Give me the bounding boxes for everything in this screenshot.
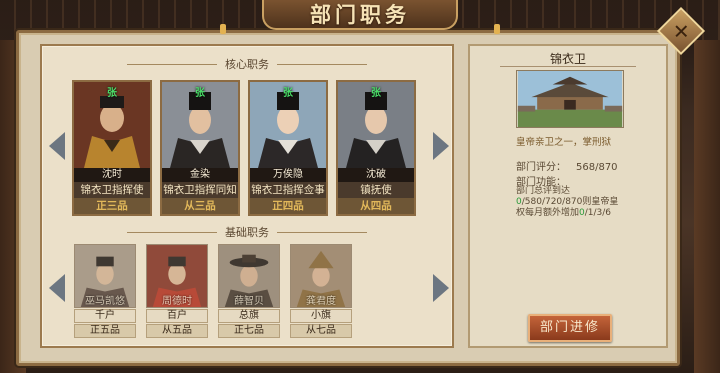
official-name: 沈破 [338, 168, 414, 182]
arrow-right-icon [433, 132, 449, 160]
background-pillar-right [694, 40, 720, 373]
arrow-right-icon [433, 274, 449, 302]
official-rank: 正三品 [74, 198, 150, 214]
official-name: 龚君度 [306, 296, 336, 307]
official-rank: 从五品 [146, 324, 208, 338]
department-score-value: 568/870 [576, 162, 618, 173]
basic-official-card[interactable]: 周德时 百户 从五品 [146, 244, 208, 340]
official-name: 沈时 [74, 168, 150, 182]
basic-section-label: 基础职务 [225, 226, 269, 239]
official-rank: 从四品 [338, 198, 414, 214]
title-plate: 部门职务 [262, 0, 458, 30]
basic-officials-row: 巫马凯悠 千户 正五品 周德时 百户 从五品 薛智贝 总旗 正七品 龚君度 小旗 [74, 244, 354, 344]
department-score-label: 部门评分： [516, 162, 566, 173]
official-name: 薛智贝 [234, 296, 264, 307]
lantern-ornament [220, 24, 226, 34]
official-rank: 正五品 [74, 324, 136, 338]
basic-official-card[interactable]: 巫马凯悠 千户 正五品 [74, 244, 136, 340]
department-name-divider [500, 66, 636, 67]
official-rank: 从三品 [162, 198, 238, 214]
official-name: 万俟隐 [250, 168, 326, 182]
department-score-line: 部门评分： 568/870 [516, 158, 618, 173]
official-surname-badge: 张 [371, 88, 381, 99]
official-name: 周德时 [162, 296, 192, 307]
core-officials-row: 张 沈时 锦衣卫指挥使 正三品 张 金染 锦衣卫指挥同知 从三品 张 万俟隐 锦… [72, 80, 422, 218]
official-surname-badge: 张 [107, 88, 117, 99]
upgrade-department-button[interactable]: 部门进修 [528, 314, 612, 342]
official-name: 巫马凯悠 [85, 296, 125, 307]
official-name: 金染 [162, 168, 238, 182]
official-rank: 从七品 [290, 324, 352, 338]
lantern-ornament [494, 24, 500, 34]
core-official-card[interactable]: 张 万俟隐 锦衣卫指挥佥事 正四品 [248, 80, 328, 216]
basic-official-card[interactable]: 龚君度 小旗 从七品 [290, 244, 352, 340]
official-title: 总旗 [218, 309, 280, 323]
department-function-text: 部门总评到达0/580/720/870则皇帝皇权每月额外增加0/1/3/6 [516, 186, 619, 218]
basic-next-button[interactable] [430, 272, 452, 304]
basic-section-header: 基础职务 [42, 224, 452, 240]
basic-official-card[interactable]: 薛智贝 总旗 正七品 [218, 244, 280, 340]
core-section-label: 核心职务 [225, 58, 269, 71]
official-title: 锦衣卫指挥使 [74, 182, 150, 198]
official-surname-badge: 张 [283, 88, 293, 99]
department-image [516, 70, 624, 128]
core-official-card[interactable]: 张 金染 锦衣卫指挥同知 从三品 [160, 80, 240, 216]
window-title: 部门职务 [310, 2, 410, 27]
positions-panel: 核心职务 张 沈时 锦衣卫指挥使 正三品 张 金染 锦衣卫指挥同知 从三品 张 … [40, 44, 454, 348]
official-title: 锦衣卫指挥同知 [162, 182, 238, 198]
department-name: 锦衣卫 [549, 52, 586, 66]
official-title: 百户 [146, 309, 208, 323]
core-official-card[interactable]: 张 沈破 镇抚使 从四品 [336, 80, 416, 216]
department-info-panel: 锦衣卫 皇帝亲卫之一，掌刑狱 部门评分： 568/870 部门功能： 部门总评到达… [468, 44, 668, 348]
official-title: 锦衣卫指挥佥事 [250, 182, 326, 198]
arrow-left-icon [49, 274, 65, 302]
close-icon: ✕ [672, 18, 690, 43]
official-title: 小旗 [290, 309, 352, 323]
official-title: 千户 [74, 309, 136, 323]
official-surname-badge: 张 [195, 88, 205, 99]
department-description: 皇帝亲卫之一，掌刑狱 [516, 137, 612, 148]
core-next-button[interactable] [430, 130, 452, 162]
official-title: 镇抚使 [338, 182, 414, 198]
basic-prev-button[interactable] [46, 272, 68, 304]
official-rank: 正四品 [250, 198, 326, 214]
core-official-card[interactable]: 张 沈时 锦衣卫指挥使 正三品 [72, 80, 152, 216]
arrow-left-icon [49, 132, 65, 160]
core-section-header: 核心职务 [42, 56, 452, 72]
official-rank: 正七品 [218, 324, 280, 338]
core-prev-button[interactable] [46, 130, 68, 162]
